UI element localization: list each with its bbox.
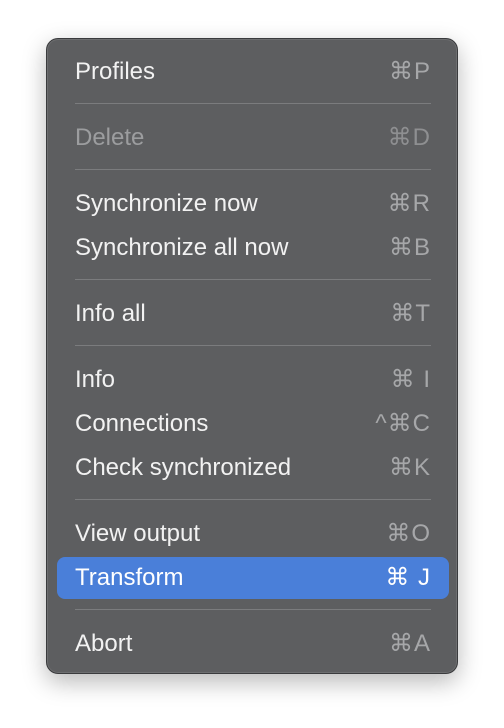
context-menu: Profiles ⌘P Delete ⌘D Synchronize now ⌘R…	[46, 38, 458, 674]
menu-item-label: Info	[75, 366, 116, 393]
menu-item-shortcut: ⌘K	[388, 454, 431, 481]
menu-item-label: Info all	[75, 300, 146, 327]
menu-item-shortcut: ⌘D	[387, 124, 431, 151]
menu-item-shortcut: ⌘O	[386, 520, 431, 547]
menu-item-label: Abort	[75, 630, 133, 657]
menu-item-shortcut: ⌘T	[390, 300, 431, 327]
menu-item-shortcut: ⌘B	[388, 234, 431, 261]
menu-item-synchronize-now[interactable]: Synchronize now ⌘R	[57, 183, 449, 225]
menu-item-check-synchronized[interactable]: Check synchronized ⌘K	[57, 447, 449, 489]
menu-item-info[interactable]: Info ⌘ I	[57, 359, 449, 401]
menu-separator	[75, 609, 431, 610]
menu-item-shortcut: ⌘A	[388, 630, 431, 657]
menu-item-view-output[interactable]: View output ⌘O	[57, 513, 449, 555]
menu-item-label: Synchronize now	[75, 190, 258, 217]
menu-item-delete: Delete ⌘D	[57, 117, 449, 159]
menu-separator	[75, 103, 431, 104]
menu-item-synchronize-all-now[interactable]: Synchronize all now ⌘B	[57, 227, 449, 269]
menu-item-profiles[interactable]: Profiles ⌘P	[57, 51, 449, 93]
menu-item-info-all[interactable]: Info all ⌘T	[57, 293, 449, 335]
menu-item-label: Transform	[75, 564, 184, 591]
menu-item-label: Synchronize all now	[75, 234, 289, 261]
menu-item-shortcut: ⌘P	[388, 58, 431, 85]
menu-item-shortcut: ⌘R	[387, 190, 431, 217]
menu-item-abort[interactable]: Abort ⌘A	[57, 623, 449, 665]
menu-separator	[75, 499, 431, 500]
menu-item-shortcut: ^⌘C	[375, 410, 431, 437]
menu-item-label: Check synchronized	[75, 454, 292, 481]
menu-separator	[75, 279, 431, 280]
menu-item-label: Connections	[75, 410, 209, 437]
menu-item-label: Profiles	[75, 58, 156, 85]
menu-separator	[75, 169, 431, 170]
menu-item-label: Delete	[75, 124, 145, 151]
menu-item-connections[interactable]: Connections ^⌘C	[57, 403, 449, 445]
menu-separator	[75, 345, 431, 346]
menu-item-shortcut: ⌘ I	[390, 366, 431, 393]
menu-item-label: View output	[75, 520, 200, 547]
menu-item-shortcut: ⌘ J	[385, 564, 431, 591]
menu-item-transform[interactable]: Transform ⌘ J	[57, 557, 449, 599]
